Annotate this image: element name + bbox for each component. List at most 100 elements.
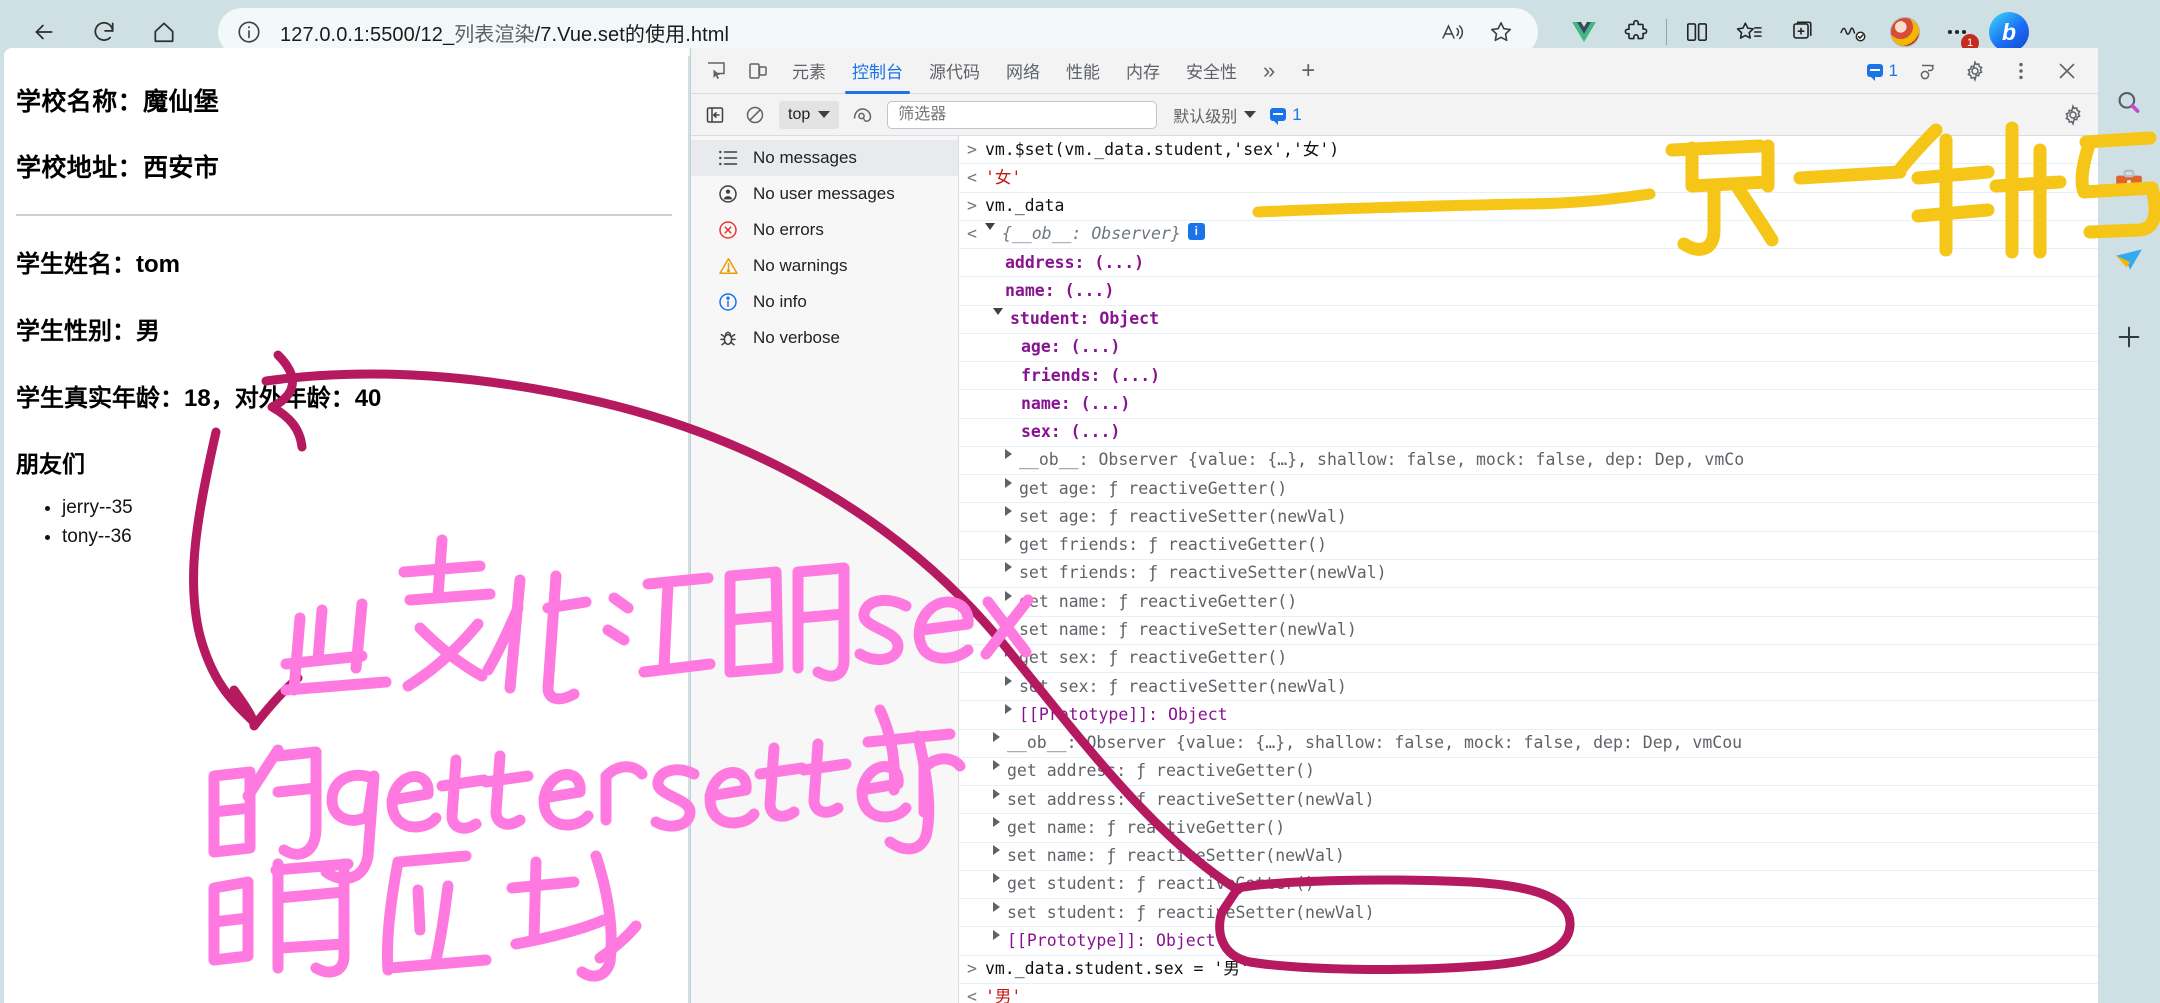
object-prototype-row[interactable]: [[Prototype]]: Object — [959, 927, 2098, 956]
school-address-text: 学校地址：西安市 — [16, 154, 220, 182]
read-aloud-icon[interactable] — [1440, 20, 1466, 44]
expand-triangle-icon[interactable] — [1005, 562, 1012, 573]
console-sidebar-icon[interactable] — [699, 100, 731, 130]
expand-triangle-icon[interactable] — [993, 308, 1003, 316]
add-icon[interactable] — [2112, 320, 2146, 354]
object-accessor-row[interactable]: get address: ƒ reactiveGetter() — [959, 758, 2098, 787]
sidebar-item-label: No errors — [753, 220, 824, 239]
chevron-down-icon — [818, 111, 831, 118]
object-property-row[interactable]: __ob__: Observer {value: {…}, shallow: f… — [959, 447, 2098, 476]
filterbar-issues-counter[interactable]: 1 — [1264, 105, 1307, 125]
tab-console[interactable]: 控制台 — [839, 48, 916, 94]
edge-sidebar — [2098, 64, 2160, 1003]
send-icon[interactable] — [2112, 242, 2146, 276]
expand-triangle-icon[interactable] — [993, 873, 1000, 884]
object-accessor-row[interactable]: set name: ƒ reactiveSetter(newVal) — [959, 617, 2098, 645]
console-input-row[interactable]: > vm._data.student.sex = '男' — [959, 956, 2098, 984]
object-property-row[interactable]: __ob__: Observer {value: {…}, shallow: f… — [959, 730, 2098, 758]
sidebar-item-label: No user messages — [753, 184, 895, 203]
expand-triangle-icon[interactable] — [984, 223, 995, 231]
site-info-icon[interactable] — [236, 19, 262, 45]
tools-icon[interactable] — [2112, 164, 2146, 198]
expand-triangle-icon[interactable] — [1005, 449, 1012, 460]
object-accessor-row[interactable]: get friends: ƒ reactiveGetter() — [959, 532, 2098, 560]
tab-elements[interactable]: 元素 — [779, 48, 839, 94]
settings-gear-icon[interactable] — [1954, 50, 1996, 92]
object-property-row[interactable]: friends: (...) — [959, 362, 2098, 391]
filter-input[interactable] — [887, 100, 1158, 129]
student-sex-text: 学生性别：男 — [16, 318, 160, 345]
expand-triangle-icon[interactable] — [993, 788, 1000, 799]
object-property-row[interactable]: sex: (...) — [959, 419, 2098, 447]
favorite-star-icon[interactable] — [1488, 19, 1514, 45]
dock-side-icon[interactable] — [1908, 50, 1950, 92]
expand-triangle-icon[interactable] — [993, 901, 1000, 912]
expand-triangle-icon[interactable] — [1005, 590, 1012, 601]
inspect-element-icon[interactable] — [695, 50, 737, 92]
expand-triangle-icon[interactable] — [1005, 505, 1012, 516]
tab-memory[interactable]: 内存 — [1113, 48, 1173, 94]
expand-triangle-icon[interactable] — [993, 845, 1000, 856]
object-property-row[interactable]: student: Object — [959, 306, 2098, 334]
console-output[interactable]: > vm.$set(vm._data.student,'sex','女') < … — [959, 136, 2098, 1003]
tab-performance[interactable]: 性能 — [1053, 48, 1113, 94]
object-accessor-row[interactable]: set student: ƒ reactiveSetter(newVal) — [959, 899, 2098, 928]
object-accessor-row[interactable]: set age: ƒ reactiveSetter(newVal) — [959, 503, 2098, 532]
tab-security[interactable]: 安全性 — [1173, 48, 1250, 94]
sidebar-item-label: No info — [753, 292, 807, 311]
search-icon[interactable] — [2112, 86, 2146, 120]
sidebar-item-errors[interactable]: No errors — [691, 212, 958, 248]
info-badge-icon[interactable]: i — [1187, 223, 1205, 241]
issues-counter[interactable]: 1 — [1861, 61, 1904, 81]
tab-network[interactable]: 网络 — [993, 48, 1053, 94]
sidebar-item-warnings[interactable]: No warnings — [691, 248, 958, 284]
object-accessor-row[interactable]: set address: ƒ reactiveSetter(newVal) — [959, 786, 2098, 815]
object-property-row[interactable]: name: (...) — [959, 390, 2098, 419]
more-tabs-icon[interactable]: » — [1250, 48, 1288, 94]
object-prototype-row[interactable]: [[Prototype]]: Object — [959, 701, 2098, 730]
log-level-selector[interactable]: 默认级别 — [1173, 103, 1257, 127]
add-tab-icon[interactable]: + — [1288, 48, 1328, 94]
console-settings-gear-icon[interactable] — [2062, 103, 2090, 126]
console-command: vm._data — [984, 196, 1065, 216]
live-expression-icon[interactable] — [847, 100, 879, 130]
object-property-row[interactable]: age: (...) — [959, 334, 2098, 363]
console-result: '女' — [984, 167, 1022, 187]
warning-icon — [717, 256, 739, 276]
expand-triangle-icon[interactable] — [1005, 675, 1012, 686]
expand-triangle-icon[interactable] — [1005, 647, 1012, 658]
close-devtools-icon[interactable] — [2046, 50, 2088, 92]
expand-triangle-icon[interactable] — [993, 760, 1000, 771]
object-accessor-row[interactable]: set name: ƒ reactiveSetter(newVal) — [959, 843, 2098, 871]
object-accessor-row[interactable]: set sex: ƒ reactiveSetter(newVal) — [959, 673, 2098, 702]
expand-triangle-icon[interactable] — [1005, 619, 1012, 630]
object-property-row[interactable]: address: (...) — [959, 249, 2098, 278]
expand-triangle-icon[interactable] — [993, 816, 1000, 827]
object-accessor-row[interactable]: get name: ƒ reactiveGetter() — [959, 588, 2098, 617]
tab-sources[interactable]: 源代码 — [916, 48, 993, 94]
expand-triangle-icon[interactable] — [1005, 477, 1012, 488]
console-input-row[interactable]: > vm._data — [959, 193, 2098, 221]
object-accessor-row[interactable]: set friends: ƒ reactiveSetter(newVal) — [959, 560, 2098, 589]
object-accessor-row[interactable]: get student: ƒ reactiveGetter() — [959, 871, 2098, 900]
console-input-row[interactable]: > vm.$set(vm._data.student,'sex','女') — [959, 136, 2098, 165]
expand-triangle-icon[interactable] — [1005, 534, 1012, 545]
more-tools-icon[interactable] — [2000, 50, 2042, 92]
sidebar-item-verbose[interactable]: No verbose — [691, 320, 958, 356]
expand-triangle-icon[interactable] — [993, 732, 1000, 743]
object-accessor-row[interactable]: get name: ƒ reactiveGetter() — [959, 814, 2098, 843]
object-property-row[interactable]: name: (...) — [959, 277, 2098, 306]
console-object-root[interactable]: < {__ob__: Observer} i — [959, 221, 2098, 250]
object-accessor-row[interactable]: get age: ƒ reactiveGetter() — [959, 475, 2098, 504]
object-accessor-row[interactable]: get sex: ƒ reactiveGetter() — [959, 645, 2098, 674]
device-toolbar-icon[interactable] — [737, 50, 779, 92]
clear-console-icon[interactable] — [739, 100, 771, 130]
sidebar-item-user-messages[interactable]: No user messages — [691, 176, 958, 212]
issue-badge-icon — [1866, 64, 1883, 81]
execution-context-selector[interactable]: top — [779, 100, 840, 129]
sidebar-item-messages[interactable]: No messages — [691, 140, 958, 176]
expand-triangle-icon[interactable] — [993, 929, 1000, 940]
sidebar-item-info[interactable]: No info — [691, 284, 958, 320]
expand-triangle-icon[interactable] — [1005, 703, 1012, 714]
sidebar-item-label: No warnings — [753, 256, 848, 275]
